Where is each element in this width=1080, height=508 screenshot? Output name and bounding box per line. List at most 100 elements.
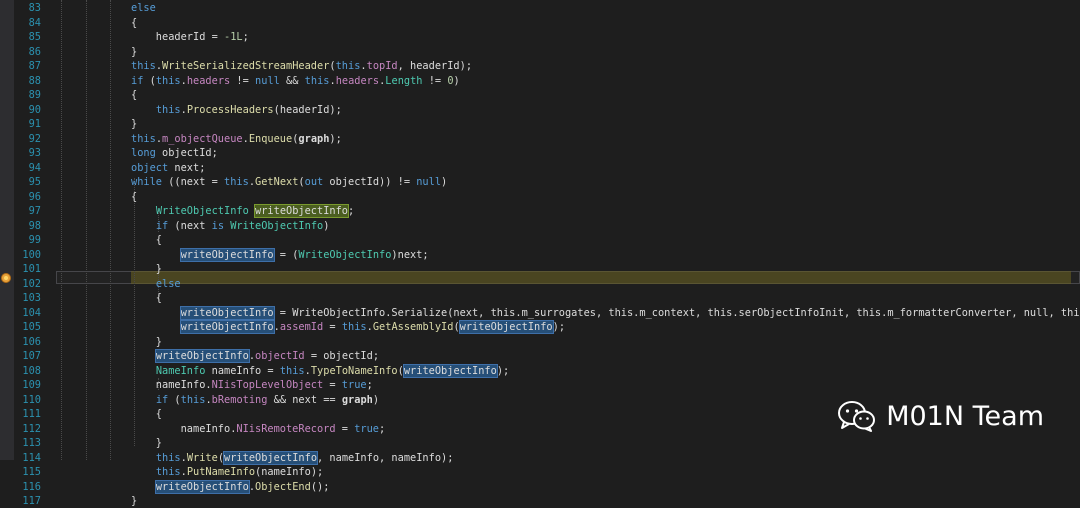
breakpoint-icon[interactable] <box>1 273 11 283</box>
line-number: 88 <box>28 74 41 87</box>
code-text: this.WriteSerializedStreamHeader(this.to… <box>131 60 472 73</box>
code-text: } <box>131 118 137 131</box>
code-token: while <box>131 176 162 188</box>
symbol-highlight: writeObjectInfo <box>402 363 498 378</box>
line-number: 98 <box>28 219 41 232</box>
code-line[interactable]: 107 writeObjectInfo.objectId = objectId; <box>0 349 1080 363</box>
code-line[interactable]: 115 this.PutNameInfo(nameInfo); <box>0 466 1080 479</box>
code-line[interactable]: 108 NameInfo nameInfo = this.TypeToNameI… <box>0 363 1080 378</box>
code-token: else <box>131 2 156 14</box>
code-line[interactable]: 87 this.WriteSerializedStreamHeader(this.… <box>0 60 1080 73</box>
code-token: WriteObjectInfo <box>298 248 392 261</box>
code-line[interactable]: 90 this.ProcessHeaders(headerId); <box>0 104 1080 117</box>
code-token: this <box>335 60 361 72</box>
code-token: bRemoting <box>211 393 268 406</box>
code-line[interactable]: 93 long objectId; <box>0 147 1080 160</box>
code-token: ( <box>168 393 181 406</box>
code-token: (next <box>168 219 212 232</box>
code-line[interactable]: 103 { <box>0 292 1080 305</box>
code-token: GetAssemblyId <box>372 321 454 333</box>
code-token: ) <box>323 219 330 232</box>
code-line[interactable]: 98 if (next is WriteObjectInfo) <box>0 220 1080 233</box>
code-token: null <box>416 176 442 188</box>
code-line[interactable]: 99 { <box>0 234 1080 247</box>
code-line[interactable]: 83 else <box>0 2 1080 15</box>
code-token: ) <box>453 74 460 87</box>
code-token: objectId; <box>155 147 218 159</box>
code-line[interactable]: 101 } <box>0 263 1080 276</box>
code-line[interactable]: 89 { <box>0 89 1080 102</box>
code-text: else <box>131 278 181 291</box>
line-number: 89 <box>28 89 41 101</box>
code-token: WriteSerializedStreamHeader <box>162 60 330 72</box>
code-token: != <box>230 74 256 87</box>
code-token: true <box>341 379 367 391</box>
code-token: , nameInfo, nameInfo); <box>317 451 454 464</box>
code-text: headerId = -1L; <box>131 31 249 44</box>
code-line[interactable]: 116 writeObjectInfo.ObjectEnd(); <box>0 479 1080 494</box>
code-token: nameInfo. <box>131 422 237 435</box>
code-line[interactable]: 91} <box>0 118 1080 131</box>
code-line[interactable]: 105 writeObjectInfo.assemId = this.GetAs… <box>0 320 1080 334</box>
line-number: 100 <box>22 248 41 261</box>
code-line[interactable]: 96 { <box>0 191 1080 204</box>
code-editor[interactable]: 83 else 84{85 headerId = -1L; 86} 87 this.Wri… <box>0 0 1080 507</box>
code-line[interactable]: 95 while ((next = this.GetNext(out object… <box>0 176 1080 189</box>
code-token: ObjectEnd <box>255 480 311 493</box>
code-token: ; <box>366 379 373 391</box>
symbol-highlight: writeObjectInfo <box>154 349 250 363</box>
line-number: 104 <box>22 306 41 319</box>
code-line[interactable]: 113 } <box>0 437 1080 450</box>
code-line[interactable]: 104 writeObjectInfo = WriteObjectInfo.Se… <box>0 305 1080 320</box>
line-number: 116 <box>22 480 41 493</box>
code-token: if <box>155 393 169 406</box>
code-token: , headerId); <box>397 60 473 72</box>
code-line[interactable]: 84 { <box>0 17 1080 30</box>
code-token: } <box>131 45 138 58</box>
code-text: } <box>131 46 137 59</box>
code-token: out <box>304 176 324 188</box>
code-token: this <box>224 176 249 188</box>
line-number: 94 <box>28 161 41 174</box>
line-number: 113 <box>22 437 41 449</box>
code-line[interactable]: 100 writeObjectInfo = (WriteObjectInfo)n… <box>0 247 1080 262</box>
line-number: 112 <box>22 422 41 435</box>
code-token: ; <box>379 422 386 435</box>
code-line[interactable]: 86} <box>0 46 1080 59</box>
code-token: this <box>304 74 330 87</box>
code-line[interactable]: 97 WriteObjectInfo writeObjectInfo; <box>0 204 1080 218</box>
code-text: { <box>131 191 137 204</box>
code-token: next; <box>168 161 206 174</box>
code-line[interactable]: 94 object next; <box>0 162 1080 175</box>
code-token: null <box>255 74 280 87</box>
code-line[interactable]: 88 if (this.headers != null && this.heade… <box>0 75 1080 88</box>
code-text: if (next is WriteObjectInfo) <box>131 219 330 233</box>
line-number: 103 <box>22 292 41 304</box>
code-line[interactable]: 85 headerId = -1L; <box>0 31 1080 44</box>
code-token: = ( <box>273 248 299 261</box>
code-line[interactable]: 109 nameInfo.NIisTopLevelObject = true; <box>0 379 1080 392</box>
symbol-highlight: writeObjectInfo <box>223 450 319 465</box>
code-token: ( <box>453 321 460 333</box>
code-line[interactable]: 92 this.m_objectQueue.Enqueue(graph); <box>0 133 1080 146</box>
code-token: = <box>323 379 342 391</box>
code-line[interactable]: 114 this.Write(writeObjectInfo, nameInfo… <box>0 450 1080 465</box>
code-line[interactable]: 102 else <box>0 278 1080 291</box>
code-token: && next == <box>267 393 342 406</box>
code-token: object <box>131 161 169 174</box>
code-token: ( <box>397 364 404 377</box>
wechat-icon <box>838 400 876 432</box>
code-token: { <box>131 408 162 420</box>
code-token: this <box>155 451 181 464</box>
code-token: this <box>155 103 181 116</box>
code-token: headerId = <box>131 31 224 43</box>
line-number: 95 <box>28 176 41 188</box>
code-token: TypeToNameInfo <box>310 364 398 377</box>
code-token: objectId <box>255 350 305 362</box>
line-number: 115 <box>22 466 41 478</box>
code-line[interactable]: 106 } <box>0 336 1080 349</box>
code-text: if (this.headers != null && this.headers… <box>131 75 460 88</box>
code-line[interactable]: 117} <box>0 495 1080 508</box>
